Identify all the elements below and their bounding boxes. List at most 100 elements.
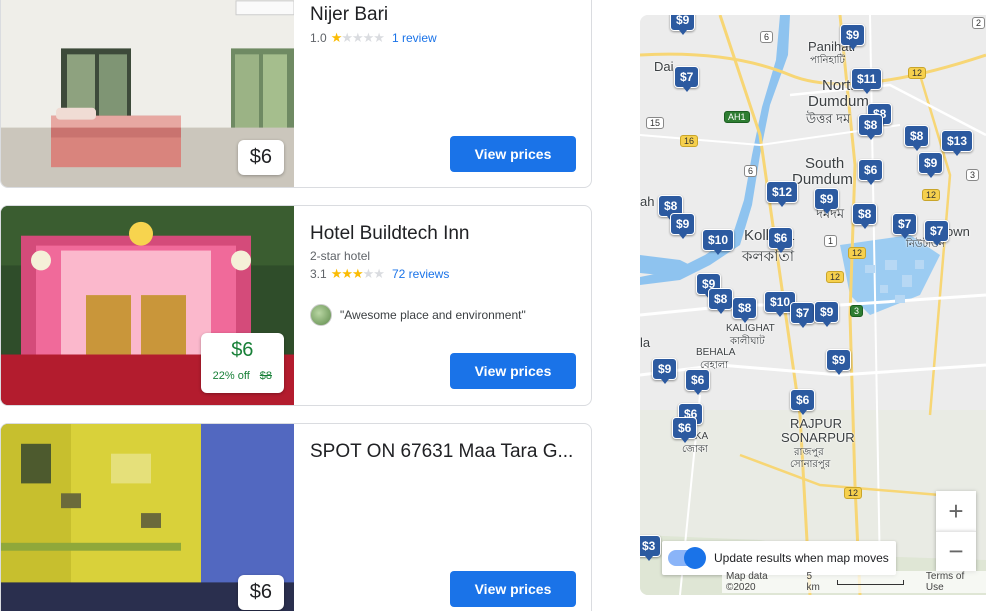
reviews-link[interactable]: 72 reviews (392, 267, 449, 281)
map-label: la (640, 335, 651, 350)
price-pin[interactable]: $13 (941, 130, 974, 156)
price-pin[interactable]: $8 (904, 125, 930, 151)
hotel-card[interactable]: $6 SPOT ON 67631 Maa Tara G... View pric… (0, 423, 592, 611)
road-shield: 12 (848, 247, 867, 259)
price-pin[interactable]: $9 (670, 213, 696, 239)
map-label: BEHALA (696, 347, 736, 358)
price-pin[interactable]: $9 (826, 349, 852, 375)
map-label: KALIGHAT (726, 323, 775, 334)
view-prices-button[interactable]: View prices (450, 353, 576, 389)
price-pin[interactable]: $7 (924, 220, 950, 246)
hotel-photo[interactable]: $6 (1, 424, 294, 611)
review-snippet: "Awesome place and environment" (310, 304, 526, 326)
map-data-credit: Map data ©2020 (726, 571, 768, 593)
reviewer-avatar (310, 304, 332, 326)
rating-line: 1.0 ★★★★★ 1 review (310, 30, 575, 46)
price: $6 (249, 146, 272, 168)
road-shield: 3 (966, 169, 980, 181)
road-shield: 12 (922, 189, 941, 201)
road-shield: 2 (972, 17, 986, 29)
road-shield: 15 (646, 117, 665, 129)
price: $6 (231, 339, 254, 361)
price-pin[interactable]: $7 (674, 66, 700, 92)
road-shield: 6 (744, 165, 758, 177)
hotel-photo[interactable]: $6 (1, 0, 294, 187)
road-shield: 12 (826, 271, 845, 283)
price-pin[interactable]: $6 (858, 159, 884, 185)
price-pin[interactable]: $9 (814, 301, 840, 327)
road-shield: 12 (844, 487, 863, 499)
update-on-move-control[interactable]: Update results when map moves (662, 541, 896, 575)
old-price: $8 (259, 370, 272, 382)
update-on-move-toggle[interactable] (668, 547, 706, 569)
price-badge: $6 (237, 140, 284, 175)
toggle-knob (684, 547, 706, 569)
price-badge: $6 (237, 575, 284, 610)
price-pin[interactable]: $7 (892, 213, 918, 239)
hotel-results-page: $6 Nijer Bari 1.0 ★★★★★ 1 review View pr… (0, 0, 986, 611)
results-map[interactable]: Panihati পানিহাটি North Dumdum উত্তর দম … (640, 15, 986, 595)
price-pin[interactable]: $9 (918, 152, 944, 178)
rating-value: 1.0 (310, 31, 327, 45)
price-pin[interactable]: $9 (814, 188, 840, 214)
map-label: RAJPUR (790, 416, 843, 431)
price-pin[interactable]: $7 (790, 302, 816, 328)
rating-stars: ★★★★★ (330, 266, 385, 281)
price: $6 (249, 581, 272, 603)
hotel-card[interactable]: $6 22% off $8 Hotel Buildtech Inn 2-star … (0, 205, 592, 406)
hotel-photo[interactable]: $6 22% off $8 (1, 206, 294, 405)
zoom-in-button[interactable]: + (936, 491, 976, 531)
price-pin[interactable]: $10 (702, 229, 735, 255)
price-pin[interactable]: $6 (672, 417, 698, 443)
price-pin[interactable]: $9 (652, 358, 678, 384)
road-shield: AH1 (724, 111, 750, 123)
map-label: ah (640, 194, 655, 209)
price-pin[interactable]: $9 (670, 15, 696, 35)
price-pin[interactable]: $6 (790, 389, 816, 415)
map-label: own (946, 224, 970, 239)
price-pin[interactable]: $8 (732, 297, 758, 323)
rating-line: 3.1 ★★★★★ 72 reviews (310, 266, 575, 282)
price-pin[interactable]: $9 (840, 24, 866, 50)
road-shield: 3 (850, 305, 864, 317)
price-pin[interactable]: $8 (858, 114, 884, 140)
map-label: সোনারপুর (790, 459, 831, 470)
rating-value: 3.1 (310, 267, 327, 281)
discount: 22% off (212, 370, 250, 382)
price-pin[interactable]: $12 (766, 181, 799, 207)
price-pin[interactable]: $3 (640, 535, 662, 561)
price-pin[interactable]: $8 (852, 203, 878, 229)
review-quote: "Awesome place and environment" (340, 308, 526, 322)
map-label: SONARPUR (781, 430, 855, 445)
view-prices-button[interactable]: View prices (450, 571, 576, 607)
road-shield: 12 (908, 67, 927, 79)
price-pin[interactable]: $6 (768, 227, 794, 253)
hotel-name[interactable]: Hotel Buildtech Inn (310, 223, 575, 245)
zoom-out-button[interactable]: − (936, 531, 976, 571)
terms-link[interactable]: Terms of Use (926, 571, 982, 593)
hotel-card[interactable]: $6 Nijer Bari 1.0 ★★★★★ 1 review View pr… (0, 0, 592, 188)
price-pin[interactable]: $11 (851, 68, 883, 94)
map-label: Dumdum (808, 93, 869, 110)
update-on-move-label: Update results when map moves (714, 551, 889, 565)
map-label: উত্তর দম (806, 111, 851, 126)
hotel-name[interactable]: Nijer Bari (310, 4, 575, 26)
map-label: South (805, 155, 845, 172)
road-shield: 1 (824, 235, 838, 247)
hotel-name[interactable]: SPOT ON 67631 Maa Tara G... (310, 441, 575, 463)
price-pin[interactable]: $8 (708, 288, 734, 314)
map-attribution: Map data ©2020 5 km Terms of Use (722, 571, 986, 593)
price-pin[interactable]: $6 (685, 369, 711, 395)
price-badge: $6 22% off $8 (200, 333, 284, 393)
map-label: জোকা (682, 444, 708, 455)
hotel-class: 2-star hotel (310, 249, 371, 263)
road-shield: 16 (680, 135, 699, 147)
scale-bar (837, 579, 904, 585)
road-shield: 6 (760, 31, 774, 43)
reviews-link[interactable]: 1 review (392, 31, 437, 45)
view-prices-button[interactable]: View prices (450, 136, 576, 172)
scale-label: 5 km (806, 571, 820, 593)
map-label: Dumdum (792, 171, 853, 188)
rating-stars: ★★★★★ (330, 30, 385, 45)
map-label: পানিহাটি (810, 55, 845, 66)
